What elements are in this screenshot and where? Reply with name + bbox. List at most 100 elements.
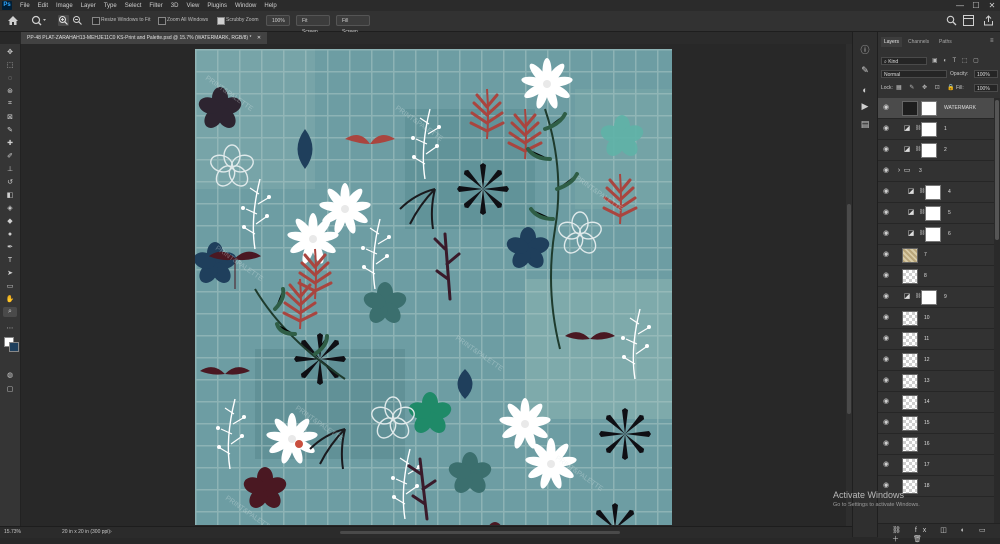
menu-item-file[interactable]: File: [16, 3, 34, 9]
lock-icons[interactable]: ▦ ✎ ✥ ⊡ 🔒: [896, 84, 958, 91]
layer-thumbnail[interactable]: [902, 101, 918, 116]
visibility-eye-icon[interactable]: ◉: [882, 419, 890, 427]
history-icon[interactable]: ▤: [859, 118, 871, 130]
workspace-icon[interactable]: [963, 15, 974, 26]
layer-list[interactable]: ◉ WATERMARK ◉ ◪ ⛓ 1 ◉ ◪ ⛓ 2 ◉ › ▭ 3 ◉ ◪ ⛓ 4 ◉ ◪ ⛓ 5 ◉ ◪ ⛓ 6 ◉ 7 ◉ 8 ◉ ◪…: [878, 98, 994, 523]
background-color-swatch[interactable]: [9, 342, 19, 352]
layer-row[interactable]: ◉ 10: [878, 308, 994, 329]
document-size[interactable]: 20 in x 20 in (300 ppi): [62, 529, 110, 535]
opacity-input[interactable]: 100%: [974, 70, 998, 78]
layer-mask-thumbnail[interactable]: [925, 227, 941, 242]
brush-settings-icon[interactable]: ✎: [859, 64, 871, 76]
layer-thumbnail[interactable]: [902, 374, 918, 389]
frame-tool-icon[interactable]: ⊠: [3, 112, 17, 122]
canvas-area[interactable]: PRINT&PALETTE PRINT&PALETTE PRINT&PALETT…: [21, 44, 852, 526]
zoom-100-button[interactable]: 100%: [266, 15, 290, 26]
visibility-eye-icon[interactable]: ◉: [882, 167, 890, 175]
visibility-eye-icon[interactable]: ◉: [882, 461, 890, 469]
layer-row[interactable]: ◉ 14: [878, 392, 994, 413]
fill-screen-button[interactable]: Fill Screen: [336, 15, 370, 35]
clone-stamp-tool-icon[interactable]: ⊥: [3, 164, 17, 174]
pen-tool-icon[interactable]: ✒: [3, 242, 17, 252]
blend-mode-select[interactable]: Normal: [881, 70, 947, 78]
visibility-eye-icon[interactable]: ◉: [882, 146, 890, 154]
info-icon[interactable]: ⓘ: [859, 44, 871, 56]
menu-item-help[interactable]: Help: [260, 3, 280, 9]
zoom-level[interactable]: 15.73%: [4, 529, 21, 535]
home-icon[interactable]: [7, 15, 19, 26]
share-icon[interactable]: [983, 15, 994, 26]
tab-layers[interactable]: Layers: [881, 37, 903, 47]
visibility-eye-icon[interactable]: ◉: [882, 314, 890, 322]
fill-input[interactable]: 100%: [974, 84, 998, 92]
visibility-eye-icon[interactable]: ◉: [882, 251, 890, 259]
layer-filter-select[interactable]: ⌕ Kind: [881, 57, 927, 65]
layer-row[interactable]: ◉ 13: [878, 371, 994, 392]
layer-mask-thumbnail[interactable]: [921, 122, 937, 137]
visibility-eye-icon[interactable]: ◉: [882, 440, 890, 448]
eraser-tool-icon[interactable]: ◧: [3, 190, 17, 200]
menu-item-3d[interactable]: 3D: [167, 3, 183, 9]
layer-row[interactable]: ◉ ◪ ⛓ 6: [878, 224, 994, 245]
panel-menu-icon[interactable]: ≡: [990, 38, 994, 44]
layer-mask-thumbnail[interactable]: [921, 290, 937, 305]
layer-row[interactable]: ◉ WATERMARK: [878, 98, 994, 119]
layer-row[interactable]: ◉ ◪ ⛓ 9: [878, 287, 994, 308]
layers-scrollbar[interactable]: [994, 98, 1000, 523]
actions-play-icon[interactable]: ▶: [859, 100, 871, 112]
status-chevron-icon[interactable]: ›: [110, 529, 112, 535]
filter-type-icons[interactable]: ▣ ◐ T ⬚ ▢: [932, 57, 981, 64]
visibility-eye-icon[interactable]: ◉: [882, 482, 890, 490]
layer-thumbnail[interactable]: [902, 269, 918, 284]
menu-item-image[interactable]: Image: [52, 3, 77, 9]
menu-item-plugins[interactable]: Plugins: [203, 3, 231, 9]
menu-item-window[interactable]: Window: [231, 3, 260, 9]
visibility-eye-icon[interactable]: ◉: [882, 209, 890, 217]
visibility-eye-icon[interactable]: ◉: [882, 398, 890, 406]
quick-mask-icon[interactable]: ◍: [3, 370, 17, 380]
layer-row[interactable]: ◉ 11: [878, 329, 994, 350]
visibility-eye-icon[interactable]: ◉: [882, 125, 890, 133]
document-tab[interactable]: PP-48 PLAT-ZARAHAH13-MEHJE11C0 KS-Print …: [21, 32, 268, 44]
quick-select-tool-icon[interactable]: ⊛: [3, 86, 17, 96]
close-button[interactable]: ✕: [984, 0, 1000, 11]
crop-tool-icon[interactable]: ⌗: [3, 99, 17, 109]
tab-channels[interactable]: Channels: [905, 37, 932, 47]
zoom-in-icon[interactable]: [58, 15, 69, 26]
layer-mask-thumbnail[interactable]: [921, 143, 937, 158]
type-tool-icon[interactable]: T: [3, 255, 17, 265]
layer-thumbnail[interactable]: [902, 353, 918, 368]
zoom-all-windows-checkbox[interactable]: [158, 17, 166, 25]
layer-thumbnail[interactable]: [902, 332, 918, 347]
visibility-eye-icon[interactable]: ◉: [882, 104, 890, 112]
layer-row[interactable]: ◉ ◪ ⛓ 5: [878, 203, 994, 224]
minimize-button[interactable]: —: [952, 0, 968, 11]
menu-item-filter[interactable]: Filter: [145, 3, 166, 9]
resize-windows-checkbox[interactable]: [92, 17, 100, 25]
more-tools-icon[interactable]: ⋯: [3, 323, 17, 333]
document-canvas[interactable]: PRINT&PALETTE PRINT&PALETTE PRINT&PALETT…: [195, 49, 672, 525]
layer-row[interactable]: ◉ ◪ ⛓ 2: [878, 140, 994, 161]
lasso-tool-icon[interactable]: ◌: [3, 73, 17, 83]
marquee-tool-icon[interactable]: ⬚: [3, 60, 17, 70]
layer-row[interactable]: ◉ 16: [878, 434, 994, 455]
tab-paths[interactable]: Paths: [936, 37, 955, 47]
dodge-tool-icon[interactable]: ●: [3, 229, 17, 239]
layer-row[interactable]: ◉ 7: [878, 245, 994, 266]
visibility-eye-icon[interactable]: ◉: [882, 377, 890, 385]
zoom-out-icon[interactable]: [72, 15, 83, 26]
visibility-eye-icon[interactable]: ◉: [882, 356, 890, 364]
layer-thumbnail[interactable]: [902, 458, 918, 473]
menu-item-type[interactable]: Type: [100, 3, 121, 9]
layer-row[interactable]: ◉ 15: [878, 413, 994, 434]
layer-thumbnail[interactable]: [902, 395, 918, 410]
visibility-eye-icon[interactable]: ◉: [882, 188, 890, 196]
visibility-eye-icon[interactable]: ◉: [882, 335, 890, 343]
layer-row[interactable]: ◉ 17: [878, 455, 994, 476]
layer-thumbnail[interactable]: [902, 416, 918, 431]
menu-item-select[interactable]: Select: [121, 3, 146, 9]
visibility-eye-icon[interactable]: ◉: [882, 230, 890, 238]
layer-row[interactable]: ◉ › ▭ 3: [878, 161, 994, 182]
scrollbar-thumb[interactable]: [847, 204, 851, 414]
healing-brush-tool-icon[interactable]: ✚: [3, 138, 17, 148]
